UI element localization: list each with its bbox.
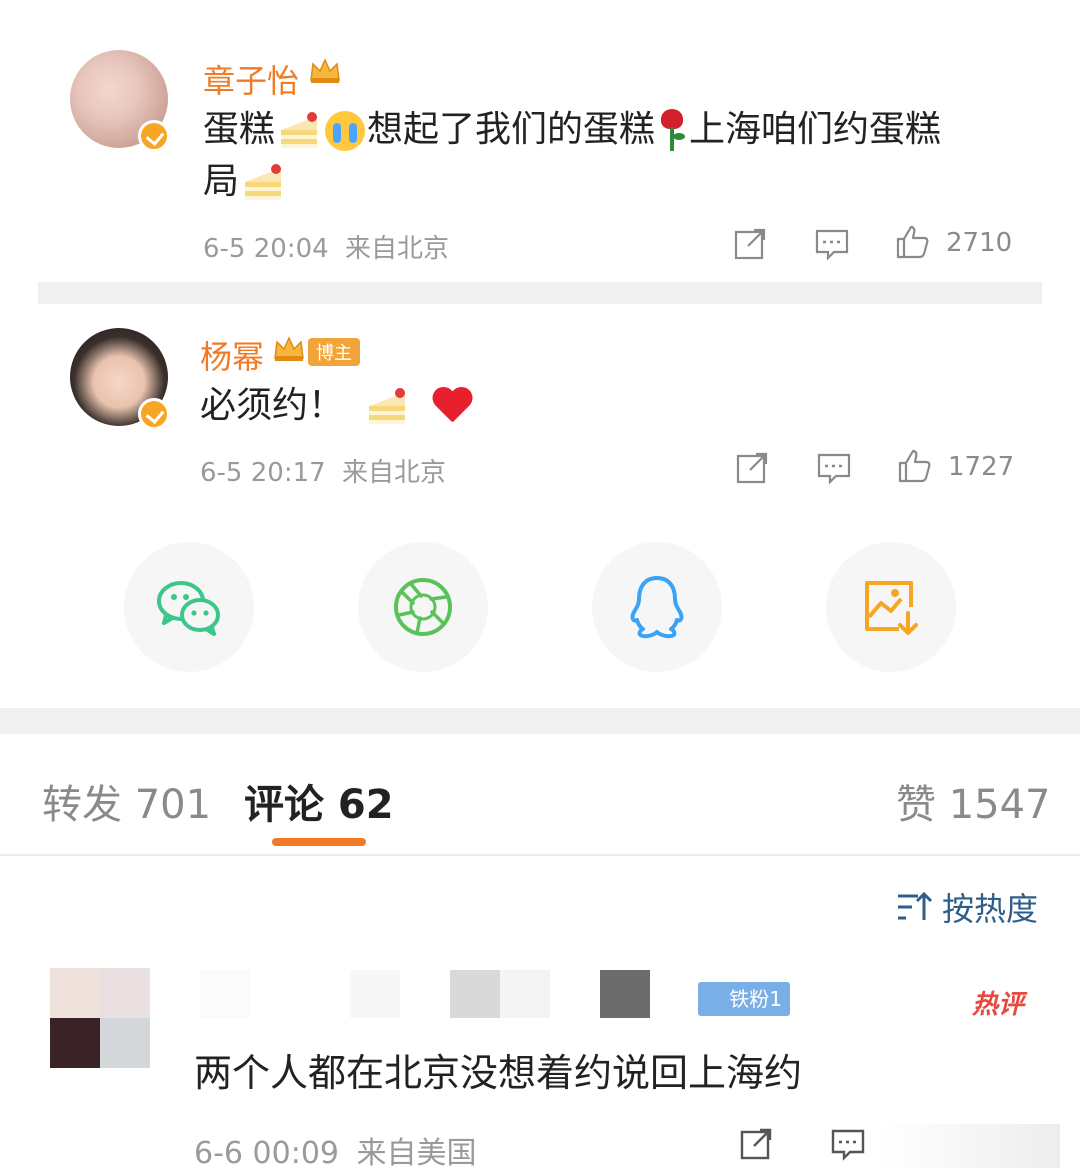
verified-badge-icon [138,398,170,430]
tab-like[interactable]: 赞 1547 [896,772,1051,830]
like-count: 1727 [948,452,1015,482]
watermark [880,1124,1060,1168]
sort-button[interactable]: 按热度 [896,884,1038,930]
text-segment: 想起了我们的蛋糕 [367,109,656,150]
like-icon[interactable] [894,224,930,264]
save-image-icon [865,581,918,635]
text-segment: 蛋糕 [203,109,276,150]
share-icon[interactable] [732,226,768,266]
time-text: 6-5 20:04 [203,234,329,264]
comment-card-2: 杨幂 博主 必须约！ 6-5 20:17 来自北京 1727 [0,318,1080,508]
avatar[interactable] [50,968,150,1068]
location-text: 来自美国 [356,1136,477,1168]
wechat-icon [157,581,220,636]
share-moments-button[interactable] [358,542,488,672]
timestamp: 6-5 20:04 来自北京 [203,228,449,265]
tab-repost[interactable]: 转发 701 [42,772,211,830]
sort-icon [898,891,932,920]
cake-icon [277,112,321,150]
tab-active-indicator [272,838,366,846]
blogger-badge: 博主 [308,338,360,366]
rose-icon [657,109,687,153]
share-wechat-button[interactable] [124,542,254,672]
comment-icon[interactable] [830,1126,866,1166]
comment-item: 铁粉1 热评 两个人都在北京没想着约说回上海约 6-6 00:09 来自美国 [0,960,1080,1168]
sort-label: 按热度 [942,890,1039,928]
timestamp: 6-6 00:09 来自美国 [194,1128,477,1168]
card-divider [38,282,1042,304]
share-icon[interactable] [734,450,770,490]
save-image-button[interactable] [826,542,956,672]
text-segment: 必须约！ [200,385,345,426]
fan-badge: 铁粉1 [698,982,790,1016]
share-row [0,542,1080,674]
text-segment: 上海咱们约蛋糕 [689,109,942,150]
location-text: 来自北京 [341,458,446,488]
share-qq-button[interactable] [592,542,722,672]
comment-icon[interactable] [816,450,852,490]
section-divider [0,708,1080,734]
cake-icon [241,164,285,202]
cake-icon [365,388,409,426]
comment-card-1: 章子怡 蛋糕 想起了我们的蛋糕 上海咱们约蛋糕局 6-5 20:04 来自北京 27… [0,40,1080,280]
user-name[interactable]: 杨幂 [200,332,264,378]
comment-text: 两个人都在北京没想着约说回上海约 [194,1051,803,1095]
share-icon[interactable] [738,1126,774,1166]
comment-icon[interactable] [814,226,850,266]
post-text: 必须约！ [200,380,475,432]
hot-comment-tag: 热评 [972,990,1025,1020]
tabs-divider [0,854,1080,856]
post-text: 蛋糕 想起了我们的蛋糕 上海咱们约蛋糕局 [203,104,983,208]
location-text: 来自北京 [344,234,449,264]
time-text: 6-6 00:09 [194,1136,339,1168]
crying-face-icon [325,111,366,151]
qq-icon [630,576,684,639]
crown-icon [308,56,342,88]
time-text: 6-5 20:17 [200,458,326,488]
like-icon[interactable] [896,448,932,488]
timestamp: 6-5 20:17 来自北京 [200,452,446,489]
vip-crown-icon [272,334,306,366]
text-segment: 局 [203,161,240,202]
moments-icon [394,578,452,636]
like-count: 2710 [946,228,1013,258]
verified-badge-icon [138,120,170,152]
user-name[interactable]: 章子怡 [203,56,299,102]
heart-icon [431,388,473,426]
tab-comment[interactable]: 评论 62 [244,772,394,830]
